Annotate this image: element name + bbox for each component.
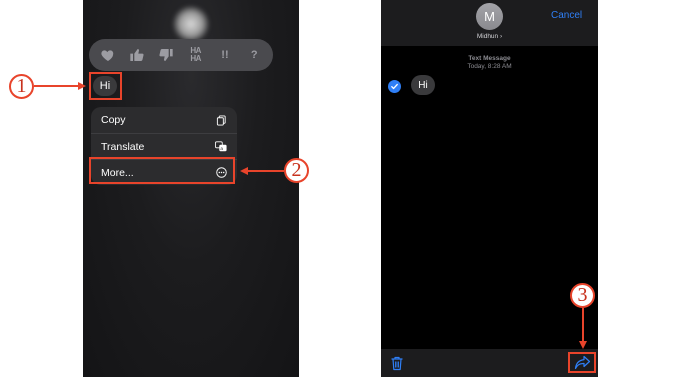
callout-step-1: 1 bbox=[9, 74, 34, 99]
callout-step-2: 2 bbox=[284, 158, 309, 183]
annotation-arrows bbox=[34, 82, 587, 349]
callout-step-3: 3 bbox=[570, 283, 595, 308]
